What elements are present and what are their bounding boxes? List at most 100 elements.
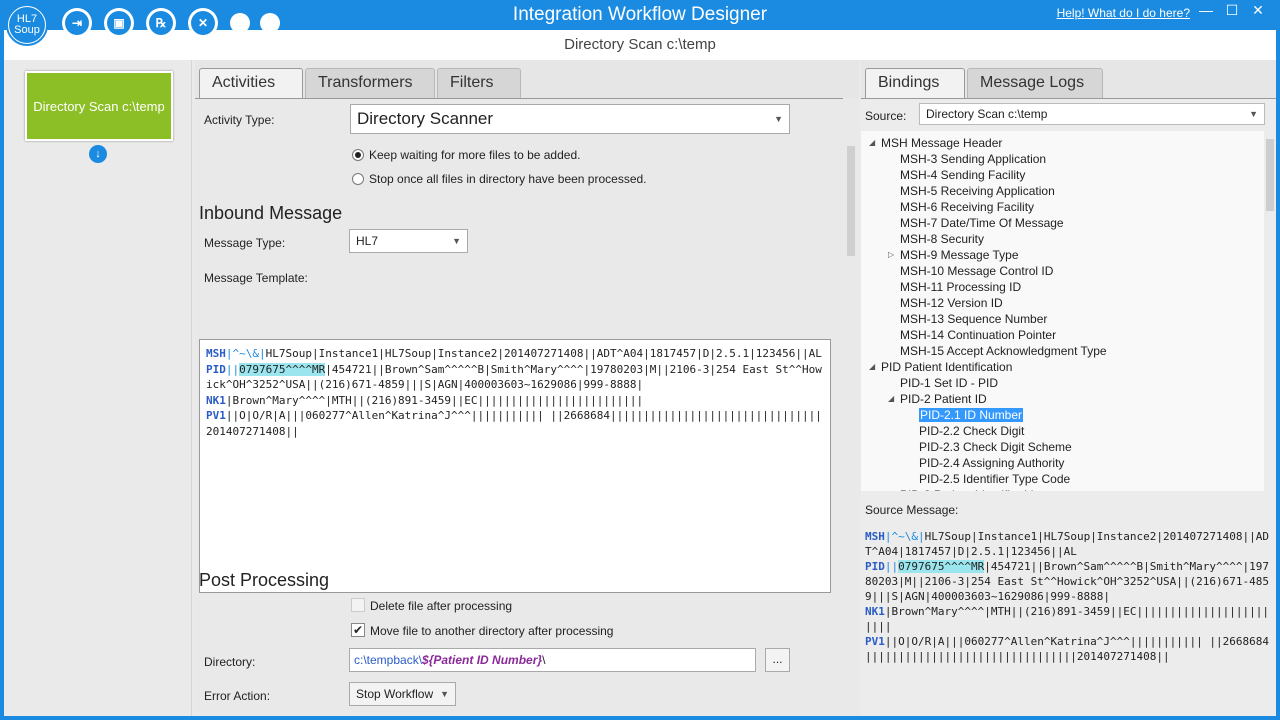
tab-filters[interactable]: Filters ⛛ [437,68,521,119]
tree-scrollbar[interactable] [1264,131,1276,491]
scrollbar-thumb[interactable] [1266,139,1274,211]
tree-item[interactable]: MSH-8 Security [900,231,984,247]
source-select[interactable]: Directory Scan c:\temp ▼ [919,103,1265,125]
message-type-select[interactable]: HL7 ▼ [349,229,468,253]
toolbar-dot[interactable] [230,13,250,33]
directory-variable: ${Patient ID Number} [422,653,543,667]
tree-item[interactable]: MSH-6 Receiving Facility [900,199,1034,215]
activity-type-label: Activity Type: [204,113,275,127]
tree-item[interactable]: PID-2.4 Assigning Authority [919,455,1064,471]
tree-expander-icon[interactable]: ▷ [888,250,894,259]
add-activity-arrow-icon[interactable]: ↓ [89,145,107,163]
tree-item-label: MSH-6 Receiving Facility [900,200,1035,214]
close-workflow-button[interactable]: ✕ [188,8,218,38]
save-button[interactable]: ▣ [104,8,134,38]
delete-file-checkbox[interactable] [351,598,365,612]
segment-text: |^~\&| [225,347,266,360]
message-segment-line: NK1|Brown^Mary^^^^|MTH||(216)891-3459||E… [206,393,824,409]
tree-item[interactable]: MSH-12 Version ID [900,295,1003,311]
new-file-icon: ⇥ [65,11,89,35]
activity-tile[interactable]: Directory Scan c:\temp [25,71,173,141]
inbound-message-title: Inbound Message [199,203,343,223]
tree-item-label: PID-2.2 Check Digit [919,424,1025,438]
browse-directory-button[interactable]: ... [765,648,790,672]
segment-text: || [225,362,240,376]
tab-transformers[interactable]: Transformers ● [305,68,435,119]
help-link[interactable]: Help! What do I do here? [1057,6,1190,20]
tree-item-label: PID-2.5 Identifier Type Code [919,472,1071,486]
tree-item[interactable]: PID Patient Identification [881,359,1012,375]
tree-item-label: PID-2.1 ID Number [919,408,1024,422]
tree-item-label: PID-2.4 Assigning Authority [919,456,1065,470]
tree-item[interactable]: PID-1 Set ID - PID [900,375,998,391]
tree-item[interactable]: MSH-7 Date/Time Of Message [900,215,1064,231]
tree-item-label: PID Patient Identification [881,360,1013,374]
minimize-icon[interactable]: — [1196,2,1216,18]
segment-name: PV1 [206,409,226,422]
maximize-icon[interactable]: ☐ [1222,2,1242,19]
tree-item[interactable]: PID-2.5 Identifier Type Code [919,471,1070,487]
tree-item-label: MSH-11 Processing ID [900,280,1022,294]
radio-keep-waiting-label: Keep waiting for more files to be added. [369,148,581,162]
tree-item-label: PID-2 Patient ID [900,392,987,406]
scrollbar-thumb[interactable] [847,146,855,256]
move-file-label: Move file to another directory after pro… [370,624,614,638]
save-icon: ▣ [107,11,131,35]
activity-type-select[interactable]: Directory Scanner ▼ [350,104,790,134]
tree-expander-icon[interactable]: ◢ [888,394,894,403]
tree-item[interactable]: MSH-11 Processing ID [900,279,1021,295]
bindings-content: Source: Directory Scan c:\temp ▼ ◢ MSH Me… [861,98,1276,716]
tree-item-label: MSH Message Header [881,136,1003,150]
chevron-down-icon: ▼ [1249,109,1258,119]
tree-item[interactable]: MSH-3 Sending Application [900,151,1046,167]
tab-activities[interactable]: Activities ⁂ [199,68,303,119]
tree-item[interactable]: PID-2.2 Check Digit [919,423,1024,439]
segment-text: ||O|O/R|A|||060277^Allen^Katrina^J^^^|||… [865,635,1269,663]
tree-item[interactable]: MSH-5 Receiving Application [900,183,1055,199]
tree-item[interactable]: PID-2 Patient ID [900,391,987,407]
move-file-checkbox[interactable]: ✔ [351,623,365,637]
binding-tree[interactable]: ◢ MSH Message Header MSH-3 Sending Applica… [861,131,1268,491]
tree-expander-icon[interactable]: ◢ [869,362,875,371]
tree-item-label: MSH-7 Date/Time Of Message [900,216,1064,230]
source-message-view: MSH|^~\&|HL7Soup|Instance1|HL7Soup|Insta… [865,529,1269,664]
tree-item[interactable]: MSH-9 Message Type [900,247,1019,263]
directory-input[interactable]: c:\tempback\${Patient ID Number}\ [349,648,756,672]
tree-item-label: MSH-13 Sequence Number [900,312,1048,326]
tree-item[interactable]: MSH-15 Accept Acknowledgment Type [900,343,1107,359]
error-action-select[interactable]: Stop Workflow ▼ [349,682,456,706]
tree-item[interactable]: MSH-10 Message Control ID [900,263,1053,279]
tree-item[interactable]: MSH-4 Sending Facility [900,167,1025,183]
tree-item-label: MSH-5 Receiving Application [900,184,1055,198]
message-segment-line: PV1||O|O/R|A|||060277^Allen^Katrina^J^^^… [865,634,1269,664]
tree-item[interactable]: MSH Message Header [881,135,1002,151]
tab-message-logs[interactable]: Message Logs ⊙ [967,68,1103,119]
message-template-label: Message Template: [204,271,308,285]
new-file-button[interactable]: ⇥ [62,8,92,38]
directory-suffix: \ [542,653,546,667]
segment-text: |^~\&| [884,530,925,543]
tree-item[interactable]: PID-2.3 Check Digit Scheme [919,439,1072,455]
radio-keep-waiting[interactable] [352,149,364,161]
segment-text: HL7Soup|Instance1|HL7Soup|Instance2|2014… [865,530,1269,558]
tree-item[interactable]: PID-3 Patient Identifier List [900,487,1043,491]
tab-bindings[interactable]: Bindings ↴ [865,68,965,119]
center-scrollbar[interactable] [843,98,859,716]
tree-item[interactable]: PID-2.1 ID Number [919,407,1024,423]
radio-stop-once-label: Stop once all files in directory have be… [369,172,647,186]
message-template-editor[interactable]: MSH|^~\&|HL7Soup|Instance1|HL7Soup|Insta… [199,339,831,593]
workflow-panel: Directory Scan c:\temp ↓ [4,60,192,716]
directory-prefix: c:\tempback\ [354,653,423,667]
tree-item-label: PID-3 Patient Identifier List [900,488,1043,491]
tree-item[interactable]: MSH-14 Continuation Pointer [900,327,1056,343]
tree-item-label: MSH-9 Message Type [900,248,1019,262]
activity-settings-panel: Activities ⁂ Transformers ● Filters ⛛ Ac… [195,60,859,716]
tree-expander-icon[interactable]: ◢ [869,138,875,147]
radio-stop-once[interactable] [352,173,364,185]
window-close-icon[interactable]: ✕ [1248,2,1268,19]
message-segment-line: NK1|Brown^Mary^^^^|MTH||(216)891-3459||E… [865,604,1269,634]
tree-item[interactable]: MSH-13 Sequence Number [900,311,1047,327]
message-segment-line: PID||0797675^^^^MR|454721||Brown^Sam^^^^… [206,362,824,393]
toolbar-dot[interactable] [260,13,280,33]
clear-filter-button[interactable]: ℞ [146,8,176,38]
